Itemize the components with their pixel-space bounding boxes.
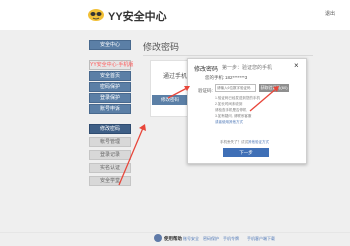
yy-logo-icon xyxy=(88,9,104,21)
sidebar-item-account-management[interactable]: 帐号管理 xyxy=(89,137,131,147)
footer-help-label: 使用帮助 xyxy=(164,236,182,241)
footer-prompt: 手机丢失了？试试 xyxy=(220,140,248,144)
brand-title: YY安全中心 xyxy=(108,11,167,23)
dialog-title: 修改密码 xyxy=(194,67,219,73)
other-method-link[interactable]: 其他验证方式 xyxy=(248,140,269,144)
sidebar-item-security-school[interactable]: 安全学堂 xyxy=(89,176,131,186)
sidebar-item-appeal[interactable]: 账号申诉 xyxy=(89,104,131,114)
next-step-button[interactable]: 下一步 xyxy=(223,148,269,157)
footer-link-password-protection[interactable]: 密码保护 xyxy=(203,236,219,242)
logout-link[interactable]: 退出 xyxy=(325,10,335,17)
sidebar-item-password-protection[interactable]: 密码保护 xyxy=(89,82,131,92)
top-header xyxy=(0,0,350,31)
verification-code-input[interactable] xyxy=(216,85,255,91)
instruction-line: 或者使用其他方式 xyxy=(215,120,243,124)
phone-label: 您的手机: xyxy=(205,75,225,80)
sidebar-item-security-center[interactable]: 安全中心 xyxy=(89,40,131,50)
verification-code-field[interactable] xyxy=(215,84,256,92)
instruction-line: 1.验证码已经发送到您的手机 xyxy=(215,96,260,100)
sidebar-item-change-password[interactable]: 修改密码 xyxy=(89,124,131,134)
sidebar-item-real-name[interactable]: 实名认证 xyxy=(89,163,131,173)
instruction-line: 2.如长时间未收到 xyxy=(215,102,243,106)
sidebar-item-login-records[interactable]: 登录记录 xyxy=(89,150,131,160)
page-title: 修改密码 xyxy=(143,42,180,52)
change-password-button[interactable]: 修改密码 xyxy=(152,95,188,105)
dialog-step-text: 第一步：验证您的手机 xyxy=(222,65,273,71)
code-label: 验证码: xyxy=(198,88,213,93)
send-code-button[interactable]: 获取验证码(60) xyxy=(259,84,289,92)
sidebar-item-home[interactable]: 安全首页 xyxy=(89,71,131,81)
footer-link-client-download[interactable]: 手机客户端下载 xyxy=(247,236,275,242)
instruction-line: 请检查手机是否停机 xyxy=(215,108,247,112)
sidebar-item-mobile-version[interactable]: YY安全中心·手机版 xyxy=(89,60,133,70)
phone-value: 182*******3 xyxy=(225,75,248,80)
close-icon[interactable]: × xyxy=(294,62,299,70)
instruction-line: 3.如有疑问, 请联系客服 xyxy=(215,114,252,118)
dialog-footer-text: 手机丢失了？试试其他验证方式 xyxy=(220,140,269,145)
footer-link-account-security[interactable]: 账号安全 xyxy=(183,236,199,242)
title-divider xyxy=(143,55,313,56)
help-icon xyxy=(154,234,162,242)
footer-link-mobile-token[interactable]: 手机令牌 xyxy=(223,236,239,242)
sidebar-item-login-protection[interactable]: 登录保护 xyxy=(89,93,131,103)
